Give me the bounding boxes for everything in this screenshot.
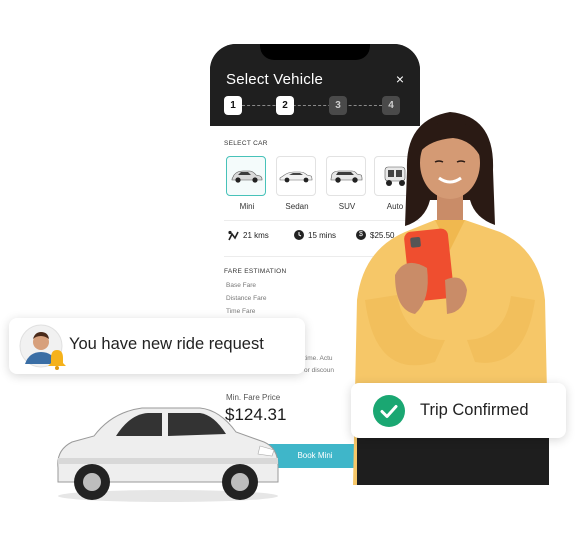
ride-request-notification[interactable]: You have new ride request [9, 318, 305, 374]
fare-note-line-2: or discoun [304, 367, 334, 374]
duration-info: 15 mins [294, 230, 336, 240]
trip-confirmed-text: Trip Confirmed [420, 401, 529, 419]
hatchback-car-illustration [57, 407, 279, 502]
phone-notch [260, 44, 370, 60]
hatchback-icon [231, 170, 263, 183]
route-icon [228, 230, 239, 241]
fare-estimation-label: FARE ESTIMATION [224, 268, 287, 275]
check-circle-icon [373, 395, 405, 427]
sedan-icon [279, 171, 313, 183]
car-option-mini[interactable]: Mini [226, 156, 268, 211]
distance-info: 21 kms [228, 230, 269, 241]
trip-confirmed-card[interactable]: Trip Confirmed [351, 383, 566, 438]
close-icon[interactable]: × [396, 71, 404, 87]
car-name-sedan: Sedan [285, 202, 309, 211]
step-2[interactable]: 2 [276, 96, 294, 115]
distance-value: 21 kms [243, 231, 269, 240]
car-thumb-mini [226, 156, 266, 196]
bell-icon [48, 350, 66, 370]
ride-request-text: You have new ride request [69, 335, 264, 353]
car-thumb-sedan [276, 156, 316, 196]
base-fare-label: Base Fare [226, 282, 256, 289]
time-fare-label: Time Fare [226, 308, 256, 315]
duration-value: 15 mins [308, 230, 337, 240]
clock-icon [294, 230, 304, 240]
page-title: Select Vehicle [226, 71, 324, 88]
select-car-label: SELECT CAR [224, 140, 268, 147]
step-1[interactable]: 1 [224, 96, 242, 115]
car-option-sedan[interactable]: Sedan [276, 156, 318, 211]
fare-note-line-1: time. Actu [304, 355, 333, 362]
car-name-mini: Mini [239, 202, 255, 211]
distance-fare-label: Distance Fare [226, 295, 267, 302]
